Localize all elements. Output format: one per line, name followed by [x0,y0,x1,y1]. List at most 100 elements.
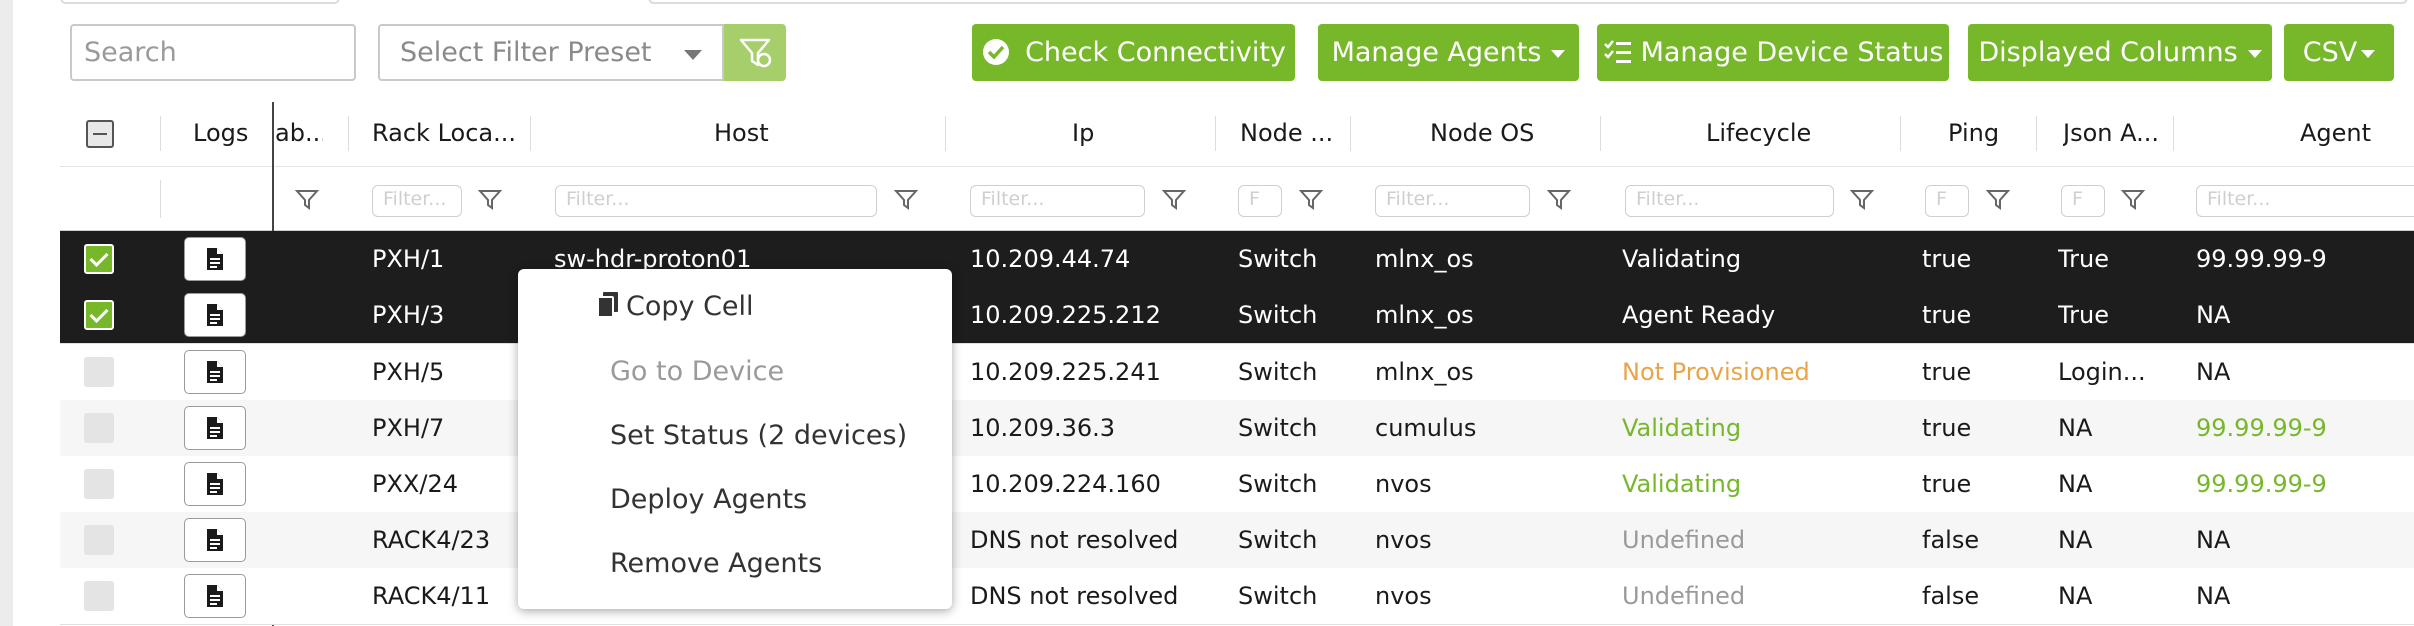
cell-node-os: mlnx_os [1375,301,1474,329]
filter-input-json[interactable]: F [2061,185,2105,217]
cell-lifecycle: Not Provisioned [1622,358,1810,386]
column-header-node-os[interactable]: Node OS [1430,100,1534,167]
row-checkbox[interactable] [84,357,114,387]
column-header-host[interactable]: Host [714,100,769,167]
copy-icon [597,292,618,318]
logs-button[interactable] [184,237,246,281]
csv-button[interactable]: CSV [2284,24,2394,81]
filter-icon[interactable] [893,186,919,212]
column-separator [348,116,349,151]
manage-agents-button[interactable]: Manage Agents [1318,24,1579,81]
row-checkbox[interactable] [84,413,114,443]
manage-agents-label: Manage Agents [1331,37,1542,68]
cell-agent: 99.99.99-9 [2196,470,2327,498]
filter-input-lifecycle[interactable]: Filter... [1625,185,1834,217]
document-icon [207,417,223,439]
cell-node-type: Switch [1238,526,1318,554]
column-header-lifecycle[interactable]: Lifecycle [1706,100,1811,167]
table-row[interactable]: RACK4/11 DNS not resolved Switch nvos Undefi… [60,568,2414,624]
table-row[interactable]: PXH/3 10.209.225.212 Switch mlnx_os Agent Re… [60,287,2414,343]
column-header-json[interactable]: Json A... [2063,100,2159,167]
filter-input-ping[interactable]: F [1925,185,1969,217]
column-header-rack-location[interactable]: Rack Loca... [372,100,516,167]
filter-preset-label: Select Filter Preset [400,37,652,68]
filter-icon[interactable] [477,186,503,212]
row-checkbox[interactable] [84,469,114,499]
cell-node-type: Switch [1238,414,1318,442]
cell-ping: false [1922,582,1980,610]
cell-ping: true [1922,414,1972,442]
filter-icon[interactable] [1298,186,1324,212]
document-icon [207,248,223,270]
filter-input-ip[interactable]: Filter... [970,185,1145,217]
column-header-label[interactable]: ab... [275,100,323,167]
cell-node-type: Switch [1238,470,1318,498]
cell-ip: DNS not resolved [970,526,1179,554]
column-separator [1600,116,1601,151]
filter-icon[interactable] [294,186,320,212]
menu-item-remove-agents[interactable]: Remove Agents [610,544,822,584]
filter-input-node-type[interactable]: F [1238,185,1282,217]
cell-lifecycle: Undefined [1622,582,1746,610]
column-header-logs[interactable]: Logs [193,100,248,167]
filter-icon[interactable] [1985,186,2011,212]
column-header-ping[interactable]: Ping [1948,100,1999,167]
logs-button[interactable] [184,518,246,562]
row-divider [60,624,2414,625]
cell-node-type: Switch [1238,301,1318,329]
menu-item-go-to-device: Go to Device [610,356,785,387]
table-row[interactable]: PXH/7 10.209.36.3 Switch cumulus Validating t… [60,400,2414,456]
select-all-checkbox[interactable] [86,120,114,148]
row-checkbox[interactable] [84,581,114,611]
filter-input-agent[interactable]: Filter... [2196,185,2414,217]
menu-item-copy-cell[interactable]: Copy Cell [596,287,754,327]
logs-button[interactable] [184,462,246,506]
filter-icon[interactable] [1161,186,1187,212]
filter-icon[interactable] [1546,186,1572,212]
cell-node-type: Switch [1238,582,1318,610]
menu-item-deploy-agents[interactable]: Deploy Agents [610,480,807,520]
cell-node-os: cumulus [1375,414,1477,442]
menu-item-set-status[interactable]: Set Status (2 devices) [610,416,907,456]
search-input[interactable]: Search [70,24,356,81]
column-separator [530,116,531,151]
logs-button[interactable] [184,293,246,337]
table-row[interactable]: RACK4/23 DNS not resolved Switch nvos Undefi… [60,512,2414,568]
filter-icon[interactable] [1849,186,1875,212]
filter-preset-select[interactable]: Select Filter Preset [378,24,724,81]
cell-ping: true [1922,301,1972,329]
cell-agent: NA [2196,301,2231,329]
cell-lifecycle: Undefined [1622,526,1746,554]
document-icon [207,361,223,383]
cell-node-os: nvos [1375,526,1432,554]
manage-device-status-button[interactable]: Manage Device Status [1597,24,1949,81]
filter-preset-button[interactable] [724,24,786,81]
column-header-agent[interactable]: Agent [2300,100,2371,167]
cell-lifecycle: Validating [1622,245,1742,273]
cell-json: True [2058,245,2109,273]
cell-agent: 99.99.99-9 [2196,245,2327,273]
column-header-ip[interactable]: Ip [1072,100,1094,167]
filter-input-node-os[interactable]: Filter... [1375,185,1530,217]
row-checkbox[interactable] [84,244,114,274]
table-row[interactable]: PXH/1 sw-hdr-proton01 10.209.44.74 Switch ml… [60,231,2414,287]
context-menu: Copy Cell Go to Device Set Status (2 dev… [518,269,952,609]
cell-rack-location: PXH/7 [372,414,445,442]
column-separator [1350,116,1351,151]
table-row[interactable]: PXH/5 10.209.225.241 Switch mlnx_os Not Prov… [60,344,2414,400]
row-checkbox[interactable] [84,525,114,555]
logs-button[interactable] [184,406,246,450]
column-separator [945,116,946,151]
check-connectivity-button[interactable]: Check Connectivity [972,24,1295,81]
filter-input-rack[interactable]: Filter... [372,185,462,217]
table-row[interactable]: PXX/24 10.209.224.160 Switch nvos Validating… [60,456,2414,512]
caret-down-icon [2247,49,2262,58]
column-header-node-type[interactable]: Node ... [1240,100,1333,167]
filter-input-host[interactable]: Filter... [555,185,877,217]
filter-icon[interactable] [2120,186,2146,212]
row-checkbox[interactable] [84,300,114,330]
cell-ping: true [1922,470,1972,498]
logs-button[interactable] [184,350,246,394]
logs-button[interactable] [184,574,246,618]
displayed-columns-button[interactable]: Displayed Columns [1968,24,2272,81]
